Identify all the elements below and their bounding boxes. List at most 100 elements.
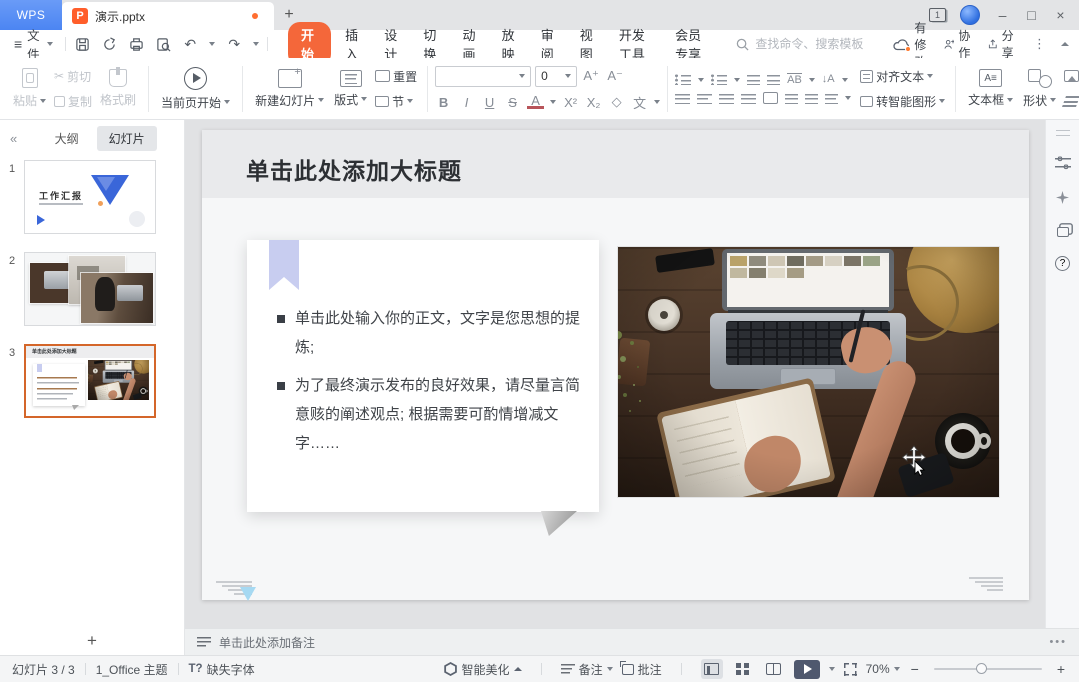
document-tab[interactable]: P 演示.pptx xyxy=(62,2,274,30)
undo-icon[interactable]: ↶ xyxy=(182,36,198,52)
slide-title-placeholder[interactable]: 单击此处添加大标题 xyxy=(246,152,462,186)
increase-indent-icon[interactable] xyxy=(767,74,780,85)
play-from-current-button[interactable]: 当前页开始 xyxy=(156,65,235,113)
add-slide-button[interactable]: + xyxy=(87,631,97,651)
font-size-combo[interactable]: 0 xyxy=(535,66,577,87)
zoom-slider-knob[interactable] xyxy=(976,663,987,674)
shapes-button[interactable]: 形状 xyxy=(1018,67,1061,111)
font-color-button[interactable]: A xyxy=(527,95,544,110)
undo-dropdown-icon[interactable] xyxy=(209,42,215,46)
character-spacing-icon[interactable]: AB xyxy=(787,73,802,86)
notes-placeholder[interactable]: 单击此处添加备注 xyxy=(219,634,315,651)
font-name-combo[interactable] xyxy=(435,66,531,87)
paragraph-spacing-icon[interactable] xyxy=(805,93,818,104)
slide-sorter-view-button[interactable] xyxy=(732,659,754,679)
bullet-list[interactable]: 单击此处输入你的正文，文字是您思想的提炼; 为了最终演示发布的良好效果，请尽量言… xyxy=(277,304,581,467)
comments-button[interactable]: 批注 xyxy=(622,661,662,678)
redo-icon[interactable]: ↷ xyxy=(226,36,242,52)
body-text-card[interactable]: 单击此处输入你的正文，文字是您思想的提炼; 为了最终演示发布的良好效果，请尽量言… xyxy=(247,240,599,512)
notes-more-button[interactable]: ••• xyxy=(1049,636,1067,648)
print-icon[interactable] xyxy=(128,36,144,52)
zoom-in-button[interactable]: + xyxy=(1055,661,1067,677)
numbered-list-icon[interactable] xyxy=(711,74,727,85)
line-spacing-dropdown[interactable] xyxy=(845,96,851,100)
theme-name[interactable]: 1_Office 主题 xyxy=(96,661,168,678)
normal-view-button[interactable] xyxy=(701,659,723,679)
text-direction-icon[interactable]: ↓A xyxy=(822,74,835,85)
bold-button[interactable]: B xyxy=(435,95,452,110)
tab-slides-view[interactable]: 幻灯片 xyxy=(97,126,157,151)
zoom-level[interactable]: 70% xyxy=(866,662,900,676)
line-options-icon[interactable] xyxy=(825,93,838,104)
object-properties-icon[interactable] xyxy=(1055,155,1071,171)
align-center-icon[interactable] xyxy=(697,93,712,104)
strikethrough-button[interactable]: S xyxy=(504,95,521,110)
convert-smartart-button[interactable]: 转智能图形 xyxy=(857,92,948,111)
format-painter-button[interactable]: 格式刷 xyxy=(95,67,141,110)
slide-2-preview[interactable] xyxy=(24,252,156,326)
align-left-icon[interactable] xyxy=(675,93,690,104)
underline-button[interactable]: U xyxy=(481,95,498,110)
bullet-list-icon[interactable] xyxy=(675,74,691,85)
zoom-slider[interactable] xyxy=(934,668,1042,670)
arrange-button[interactable]: 排列 xyxy=(1061,92,1079,111)
paste-button[interactable]: 粘贴 xyxy=(8,66,51,111)
command-search[interactable] xyxy=(736,37,893,51)
clear-format-icon[interactable]: ◇ xyxy=(608,94,625,110)
char-spacing-dropdown[interactable] xyxy=(809,78,815,82)
bullet-list-dropdown[interactable] xyxy=(698,78,704,82)
slide-thumb-1[interactable]: 1 工作汇报 xyxy=(0,160,184,234)
text-box-button[interactable]: A≡ 文本框 xyxy=(963,67,1018,110)
slide-3-preview-selected[interactable]: 单击此处添加大标题 xyxy=(24,344,156,418)
justify-icon[interactable] xyxy=(741,93,756,104)
export-pdf-icon[interactable] xyxy=(101,36,117,52)
zoom-out-button[interactable]: − xyxy=(909,661,921,677)
tab-outline-view[interactable]: 大纲 xyxy=(43,126,91,151)
cut-button[interactable]: ✂剪切 xyxy=(51,67,95,86)
align-text-button[interactable]: 对齐文本 xyxy=(857,67,948,86)
increase-font-icon[interactable]: A⁺ xyxy=(581,68,601,84)
collaborate-button[interactable]: 协作 xyxy=(944,27,975,61)
smart-beautify-button[interactable]: 智能美化 xyxy=(444,661,522,678)
customize-quickbar-icon[interactable] xyxy=(253,42,259,46)
font-color-dropdown[interactable] xyxy=(550,100,556,104)
more-menu-icon[interactable]: ⋮ xyxy=(1031,36,1048,52)
slide-photo[interactable] xyxy=(618,247,999,497)
copy-button[interactable]: 复制 xyxy=(51,92,95,111)
slide-1-preview[interactable]: 工作汇报 xyxy=(24,160,156,234)
line-spacing-icon[interactable] xyxy=(785,93,798,104)
missing-font-warning[interactable]: T? 缺失字体 xyxy=(189,661,255,678)
reset-button[interactable]: 重置 xyxy=(372,67,420,86)
numbered-list-dropdown[interactable] xyxy=(734,78,740,82)
panel-drag-handle[interactable] xyxy=(1056,130,1070,136)
notes-toggle-button[interactable]: 备注 xyxy=(561,661,613,678)
section-button[interactable]: 节 xyxy=(372,92,420,111)
slideshow-play-button[interactable] xyxy=(794,660,820,679)
bullet-item[interactable]: 为了最终演示发布的良好效果，请尽量言简意赅的阐述观点; 根据需要可酌情增减文字…… xyxy=(277,371,581,458)
slide-thumb-3[interactable]: 3 单击此处添加大标题 xyxy=(0,344,184,418)
subscript-button[interactable]: X₂ xyxy=(585,95,602,110)
align-right-icon[interactable] xyxy=(719,93,734,104)
text-direction-dropdown[interactable] xyxy=(842,78,848,82)
save-icon[interactable] xyxy=(74,36,90,52)
collapse-ribbon-icon[interactable] xyxy=(1061,42,1069,46)
slide-canvas[interactable]: 单击此处添加大标题 单击此处输入你的正文，文字是您思想的提炼; 为了最终演示发布… xyxy=(185,120,1045,628)
decrease-font-icon[interactable]: A⁻ xyxy=(605,68,625,84)
search-input[interactable] xyxy=(755,37,893,51)
slide-thumb-2[interactable]: 2 xyxy=(0,252,184,326)
notes-bar[interactable]: 单击此处添加备注 ••• xyxy=(185,628,1079,655)
superscript-button[interactable]: X² xyxy=(562,95,579,110)
slide-library-icon[interactable] xyxy=(1057,227,1069,237)
help-icon[interactable]: ? xyxy=(1055,256,1070,271)
reading-view-button[interactable] xyxy=(763,659,785,679)
fit-slide-button[interactable] xyxy=(844,663,857,676)
play-options-dropdown[interactable] xyxy=(829,667,835,671)
print-preview-icon[interactable] xyxy=(155,36,171,52)
new-slide-button[interactable]: + 新建幻灯片 xyxy=(250,67,329,111)
current-slide[interactable]: 单击此处添加大标题 单击此处输入你的正文，文字是您思想的提炼; 为了最终演示发布… xyxy=(202,130,1029,600)
italic-button[interactable]: I xyxy=(458,95,475,110)
bullet-item[interactable]: 单击此处输入你的正文，文字是您思想的提炼; xyxy=(277,304,581,362)
decrease-indent-icon[interactable] xyxy=(747,74,760,85)
phonetic-dropdown[interactable] xyxy=(654,100,660,104)
smart-beautify-icon[interactable] xyxy=(1056,191,1069,204)
